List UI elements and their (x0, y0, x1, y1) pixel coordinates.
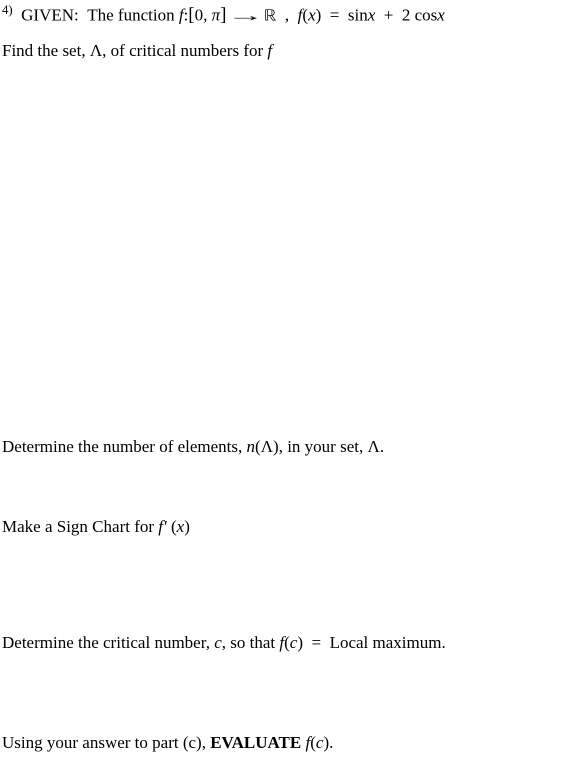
eval-comma: , (202, 733, 206, 752)
Lambda-2: Λ (367, 437, 379, 456)
Lambda-1: Λ (90, 41, 102, 60)
fprime-prime: ′ (163, 517, 167, 536)
evaluate-line: Using your answer to part (c), EVALUATE … (2, 731, 563, 755)
n-of-lambda-n: n (247, 437, 256, 456)
find-mid: , of critical numbers for (102, 41, 263, 60)
eval-bold: EVALUATE (210, 733, 301, 752)
localmax-prefix: Determine the critical number, (2, 633, 210, 652)
n-elements-line: Determine the number of elements, n(Λ), … (2, 435, 563, 459)
localmax-eq: = (311, 633, 321, 652)
fx-close: ) (316, 6, 322, 25)
problem-page: 4) GIVEN: The function f:[0, π] → ℝ , f(… (0, 0, 567, 758)
partn-period: . (380, 437, 384, 456)
partn-mid: , in your set, (279, 437, 364, 456)
rhs-sin: sin (348, 6, 368, 25)
localmax-mid: , so that (222, 633, 275, 652)
codomain-R: ℝ (264, 9, 276, 26)
find-prefix: Find the set, (2, 41, 86, 60)
eval-prefix1: Using your answer to part (2, 733, 179, 752)
rhs-x2: x (437, 6, 445, 25)
find-set-line: Find the set, Λ, of critical numbers for… (2, 39, 563, 63)
rhs-two: 2 (402, 6, 411, 25)
given-line: 4) GIVEN: The function f:[0, π] → ℝ , f(… (2, 2, 563, 29)
rhs-x1: x (368, 6, 376, 25)
localmax-period: . (441, 633, 445, 652)
problem-number-marker: 4) (2, 3, 13, 17)
localmax-rhs: Local maximum (330, 633, 442, 652)
arrow-icon: → (227, 4, 264, 28)
given-function-prefix: The function (87, 6, 174, 25)
eval-period: . (329, 733, 333, 752)
domain-a: 0 (195, 6, 204, 25)
partn-prefix: Determine the number of elements, (2, 437, 242, 456)
eval-part-c: c (189, 733, 197, 752)
domain-b: π (212, 6, 221, 25)
localmax-c: c (214, 633, 222, 652)
local-max-line: Determine the critical number, c, so tha… (2, 631, 563, 655)
eq-1: = (330, 6, 340, 25)
domain-comma: , (203, 6, 207, 25)
separator-comma: , (285, 6, 289, 25)
domain-rbracket: ] (220, 5, 226, 26)
fprime-close: ) (184, 517, 190, 536)
sign-prefix: Make a Sign Chart for (2, 517, 154, 536)
fx-x: x (308, 6, 316, 25)
sign-chart-line: Make a Sign Chart for f′ (x) (2, 515, 563, 539)
rhs-plus: + (384, 6, 394, 25)
fc-close: ) (297, 633, 303, 652)
n-of-lambda-L: Λ (261, 437, 273, 456)
rhs-cos: cos (415, 6, 438, 25)
given-label: GIVEN: (21, 6, 79, 25)
find-f: f (267, 41, 272, 60)
